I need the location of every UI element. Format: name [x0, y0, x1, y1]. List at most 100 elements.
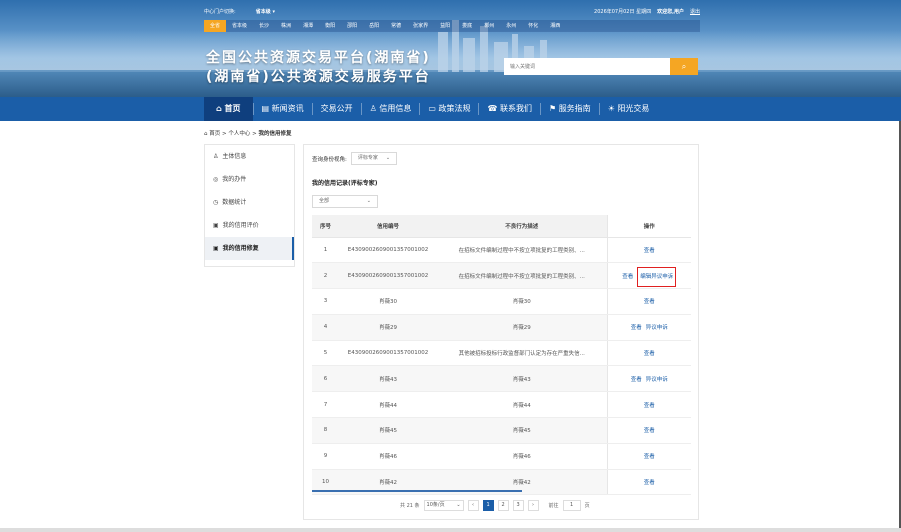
view-link[interactable]: 查看: [622, 274, 633, 280]
table-horizontal-scrollbar[interactable]: [312, 490, 522, 492]
credit-panel: 查询身份视角: 评标专家 ⌄ 我的信用记录(评标专家) 全部 ⌄ 序号 信用编号 不…: [303, 144, 699, 520]
city-tab[interactable]: 益阳: [434, 20, 456, 32]
nav-item-label: 交易公开: [320, 104, 353, 113]
nav-item-label: 信用信息: [379, 104, 412, 113]
sidebar-item[interactable]: ▣ 我的信用评价: [205, 214, 294, 237]
skyline-building: [480, 26, 488, 72]
header-banner: 中心门户切换: 省本级 ▾ 2026年07月02日 星期四 欢迎您,用户 退出 …: [0, 0, 901, 97]
table-row: 8 肖薇45 肖薇45 查看: [312, 417, 691, 444]
cell-no: 2: [312, 262, 339, 290]
cell-no: 7: [312, 391, 339, 419]
edit-appeal-link[interactable]: 编辑异议申诉: [637, 266, 677, 287]
sidebar: ♙ 主体信息 ◎ 我的办件 ◷ 数据统计 ▣ 我的信用评价 ▣ 我的信用修复: [204, 144, 295, 267]
banner-river: [0, 72, 901, 97]
nav-item[interactable]: ☀ 阳光交易: [600, 97, 658, 121]
nav-item[interactable]: ▤ 新闻资讯: [254, 97, 312, 121]
cell-ops: 查看: [606, 469, 691, 496]
home-icon: ⌂: [216, 104, 225, 113]
sidebar-item[interactable]: ▣ 我的信用修复: [205, 237, 294, 260]
city-tab[interactable]: 常德: [385, 20, 407, 32]
credit-icon: ♙: [369, 104, 380, 113]
nav-item[interactable]: ♙ 信用信息: [362, 97, 420, 121]
city-tab[interactable]: 娄底: [456, 20, 478, 32]
task-icon: ◎: [213, 176, 219, 183]
sidebar-item[interactable]: ◎ 我的办件: [205, 168, 294, 191]
sidebar-item[interactable]: ◷ 数据统计: [205, 191, 294, 214]
prev-page-button[interactable]: ‹: [467, 500, 479, 511]
page-unit-label: 页: [584, 503, 590, 509]
table-row: 6 肖薇43 肖薇43 查看 异议申诉: [312, 365, 691, 393]
view-link[interactable]: 查看: [631, 377, 642, 383]
nav-item[interactable]: ☎ 联系我们: [479, 97, 540, 121]
city-tab[interactable]: 郴州: [478, 20, 500, 32]
appeal-link[interactable]: 异议申诉: [646, 377, 668, 383]
city-tab[interactable]: 湘西: [544, 20, 566, 32]
page-size-select[interactable]: 10条/页 ⌄: [423, 500, 464, 511]
cell-desc: 其他被招标投标行政监督部门认定为存在严重失信...: [437, 340, 607, 367]
view-link[interactable]: 查看: [644, 351, 655, 357]
page-number-button[interactable]: 3: [512, 500, 524, 511]
sidebar-item[interactable]: ♙ 主体信息: [205, 145, 294, 168]
city-tab[interactable]: 岳阳: [363, 20, 385, 32]
cell-ops: 查看: [606, 417, 691, 444]
cell-desc: 肖薇44: [437, 391, 607, 419]
city-tab[interactable]: 长沙: [253, 20, 275, 32]
appeal-link[interactable]: 异议申诉: [646, 325, 668, 331]
nav-item[interactable]: ⌂ 首页: [204, 97, 253, 121]
search-input[interactable]: [504, 58, 670, 75]
nav-item[interactable]: 交易公开: [313, 97, 361, 121]
pagination: 共 21 条 10条/页 ⌄ ‹ 123 › 前往 1 页: [400, 500, 590, 511]
view-link[interactable]: 查看: [644, 454, 655, 460]
skyline-building: [463, 38, 475, 72]
logout-link[interactable]: 退出: [690, 8, 700, 15]
cell-ops: 查看 编辑异议申诉: [606, 262, 691, 290]
city-tab[interactable]: 永州: [500, 20, 522, 32]
view-link[interactable]: 查看: [644, 403, 655, 409]
search-button[interactable]: ⌕: [670, 58, 698, 75]
col-header-code: 信用编号: [339, 215, 437, 238]
nav-item-label: 新闻资讯: [271, 104, 304, 113]
nav-item[interactable]: ▭ 政策法规: [420, 97, 478, 121]
cell-code: 肖薇29: [339, 314, 437, 341]
city-tab[interactable]: 株洲: [275, 20, 297, 32]
chart-icon: ◷: [213, 199, 219, 206]
page-number-button[interactable]: 2: [497, 500, 509, 511]
breadcrumb-home[interactable]: 首页: [209, 131, 220, 137]
next-page-button[interactable]: ›: [527, 500, 539, 511]
main-nav: ⌂ 首页 ▤ 新闻资讯 交易公开 ♙ 信用信息 ▭ 政策法规 ☎ 联系我们 ⚑ 服务指南 ☀ …: [0, 97, 901, 121]
view-link[interactable]: 查看: [644, 480, 655, 486]
view-link[interactable]: 查看: [644, 248, 655, 254]
breadcrumb-current: 我的信用修复: [258, 131, 292, 137]
view-link[interactable]: 查看: [631, 325, 642, 331]
cell-no: 4: [312, 314, 339, 341]
identity-filter: 查询身份视角: 评标专家 ⌄: [312, 152, 398, 165]
city-tab[interactable]: 张家界: [407, 20, 434, 32]
cell-no: 3: [312, 288, 339, 315]
portal-switch-select[interactable]: 省本级 ▾: [256, 8, 275, 15]
page-bottom-edge: [0, 528, 901, 532]
city-tab[interactable]: 全省: [204, 20, 227, 32]
city-tab[interactable]: 邵阳: [341, 20, 363, 32]
nav-item[interactable]: ⚑ 服务指南: [541, 97, 599, 121]
record-title: 我的信用记录(评标专家): [312, 180, 378, 187]
city-tab[interactable]: 怀化: [522, 20, 544, 32]
cell-ops: 查看: [606, 443, 691, 470]
view-link[interactable]: 查看: [644, 299, 655, 305]
breadcrumb-personal-center[interactable]: 个人中心: [228, 131, 250, 137]
cell-desc: 在招标文件编制过程中不按立项批复的工程类别、...: [437, 262, 607, 290]
view-link[interactable]: 查看: [644, 428, 655, 434]
table-row: 9 肖薇46 肖薇46 查看: [312, 443, 691, 470]
chevron-down-icon: ⌄: [385, 155, 391, 161]
sidebar-item-label: 主体信息: [222, 153, 247, 160]
goto-page-input[interactable]: 1: [562, 500, 581, 511]
city-tab[interactable]: 湘潭: [297, 20, 319, 32]
city-tab[interactable]: 省本级: [226, 20, 253, 32]
scope-select[interactable]: 全部 ⌄: [312, 195, 378, 208]
caret-down-icon: ▾: [272, 8, 275, 15]
page-number-button[interactable]: 1: [482, 500, 494, 511]
home-icon: ⌂: [204, 131, 208, 137]
identity-select[interactable]: 评标专家 ⌄: [350, 152, 398, 165]
cell-code: 肖薇46: [339, 443, 437, 470]
cell-code: E4309002609001357001002: [339, 262, 437, 290]
city-tab[interactable]: 衡阳: [319, 20, 341, 32]
